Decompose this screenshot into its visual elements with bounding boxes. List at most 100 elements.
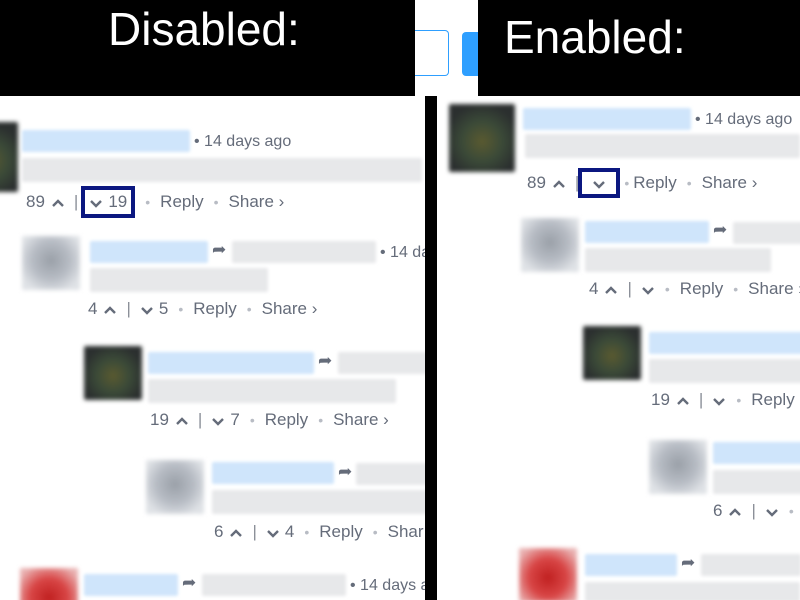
- downvote-button[interactable]: [578, 168, 621, 198]
- upvote-icon[interactable]: [175, 413, 189, 427]
- username[interactable]: [649, 332, 800, 354]
- reply-to-arrow-icon: ➦: [182, 573, 197, 592]
- share-link[interactable]: Share ›: [229, 192, 285, 212]
- username[interactable]: [585, 221, 709, 243]
- reply-to-user: [232, 241, 376, 263]
- reply-link[interactable]: Reply: [633, 173, 676, 193]
- reply-to-user: [356, 463, 427, 485]
- upvote-icon[interactable]: [676, 393, 690, 407]
- avatar: [146, 460, 204, 514]
- downvote-icon[interactable]: [89, 195, 103, 209]
- comment-text: [649, 359, 800, 383]
- upvote-icon[interactable]: [728, 504, 742, 518]
- avatar: [0, 122, 18, 192]
- upvote-count: 89: [26, 192, 45, 211]
- separator-dot: •: [372, 524, 378, 540]
- downvote-count: 7: [230, 410, 240, 429]
- downvote-button[interactable]: 7: [211, 410, 240, 430]
- downvote-button[interactable]: 5: [140, 299, 168, 319]
- comment-actions: 89 | • Reply • Share ›: [527, 168, 757, 198]
- divider: |: [197, 410, 203, 429]
- reply-link[interactable]: Reply: [193, 299, 236, 319]
- avatar: [521, 218, 579, 272]
- separator-dot: •: [736, 392, 742, 408]
- username[interactable]: [713, 442, 800, 464]
- upvote-count: 6: [214, 522, 224, 541]
- downvote-count: 5: [158, 299, 169, 318]
- reply-to-arrow-icon: ➦: [338, 462, 353, 481]
- reply-link[interactable]: Reply: [680, 279, 723, 299]
- downvote-icon[interactable]: [712, 393, 726, 407]
- downvote-icon[interactable]: [592, 176, 606, 190]
- share-link[interactable]: Share ›: [333, 410, 389, 430]
- divider: |: [751, 501, 756, 520]
- share-link[interactable]: Share ›: [702, 173, 758, 193]
- reply-link[interactable]: Reply: [319, 522, 362, 542]
- reply-to-arrow-icon: ➦: [681, 553, 696, 572]
- username[interactable]: [84, 574, 178, 596]
- downvote-count: 4: [284, 522, 295, 541]
- username[interactable]: [148, 352, 314, 374]
- downvote-icon[interactable]: [266, 525, 280, 539]
- comment-text: [90, 268, 268, 292]
- avatar: [449, 104, 515, 172]
- separator-dot: •: [304, 524, 310, 540]
- reply-link[interactable]: Reply: [751, 390, 794, 410]
- comments-panel-enabled: • 14 days ago 89 | • Reply • Share › ➦ 4…: [437, 96, 800, 600]
- upvote-icon[interactable]: [51, 195, 65, 209]
- separator-dot: •: [318, 412, 324, 428]
- comment-text: [585, 248, 771, 272]
- reply-link[interactable]: Reply: [265, 410, 308, 430]
- comments-panel-disabled: • 14 days ago 89 | 19 • Reply • Share › …: [0, 96, 427, 600]
- username[interactable]: [585, 554, 677, 576]
- timestamp[interactable]: • 14 days ago: [194, 133, 291, 151]
- username[interactable]: [90, 241, 208, 263]
- avatar: [22, 236, 80, 290]
- downvote-icon[interactable]: [211, 413, 225, 427]
- divider: |: [627, 279, 632, 298]
- avatar: [20, 568, 78, 600]
- username[interactable]: [212, 462, 334, 484]
- reply-to-user: [338, 352, 427, 374]
- reply-link[interactable]: Reply: [160, 192, 203, 212]
- separator-dot: •: [178, 301, 184, 317]
- avatar: [84, 346, 142, 400]
- upvote-icon[interactable]: [552, 176, 566, 190]
- comment-actions: 19 | 7 • Reply • Share ›: [150, 410, 389, 430]
- divider: |: [698, 390, 704, 409]
- upvote-icon[interactable]: [229, 525, 243, 539]
- username[interactable]: [523, 108, 691, 130]
- avatar: [583, 326, 641, 380]
- comment-text: [585, 582, 800, 600]
- avatar: [649, 440, 707, 494]
- comment-actions: 19 | • Reply: [651, 390, 795, 410]
- timestamp[interactable]: • 14 days ago: [695, 111, 792, 129]
- upvote-icon[interactable]: [604, 282, 618, 296]
- downvote-icon[interactable]: [140, 302, 154, 316]
- downvote-icon[interactable]: [641, 282, 655, 296]
- avatar: [519, 548, 577, 600]
- downvote-button[interactable]: 19: [81, 186, 136, 218]
- downvote-icon[interactable]: [765, 504, 779, 518]
- timestamp[interactable]: • 14 days: [380, 244, 427, 262]
- upvote-count: 89: [527, 173, 546, 192]
- comment-text: [212, 490, 427, 514]
- upvote-icon[interactable]: [103, 302, 117, 316]
- timestamp[interactable]: • 14 days ag: [350, 577, 427, 595]
- upvote-count: 4: [589, 279, 599, 298]
- upvote-count: 19: [150, 410, 169, 429]
- share-link[interactable]: Share ›: [748, 279, 800, 299]
- comment-text: [713, 470, 800, 494]
- downvote-button[interactable]: 4: [266, 522, 294, 542]
- search-button[interactable]: [462, 32, 478, 76]
- separator-dot: •: [624, 175, 630, 191]
- divider: |: [252, 522, 257, 541]
- banner-disabled: Disabled:: [0, 0, 415, 86]
- separator-dot: •: [249, 412, 255, 428]
- upvote-count: 4: [88, 299, 98, 318]
- share-link[interactable]: Share ›: [262, 299, 318, 319]
- separator-dot: •: [246, 301, 252, 317]
- share-link[interactable]: Shar: [388, 522, 424, 542]
- username[interactable]: [22, 130, 190, 152]
- search-input[interactable]: [415, 30, 449, 76]
